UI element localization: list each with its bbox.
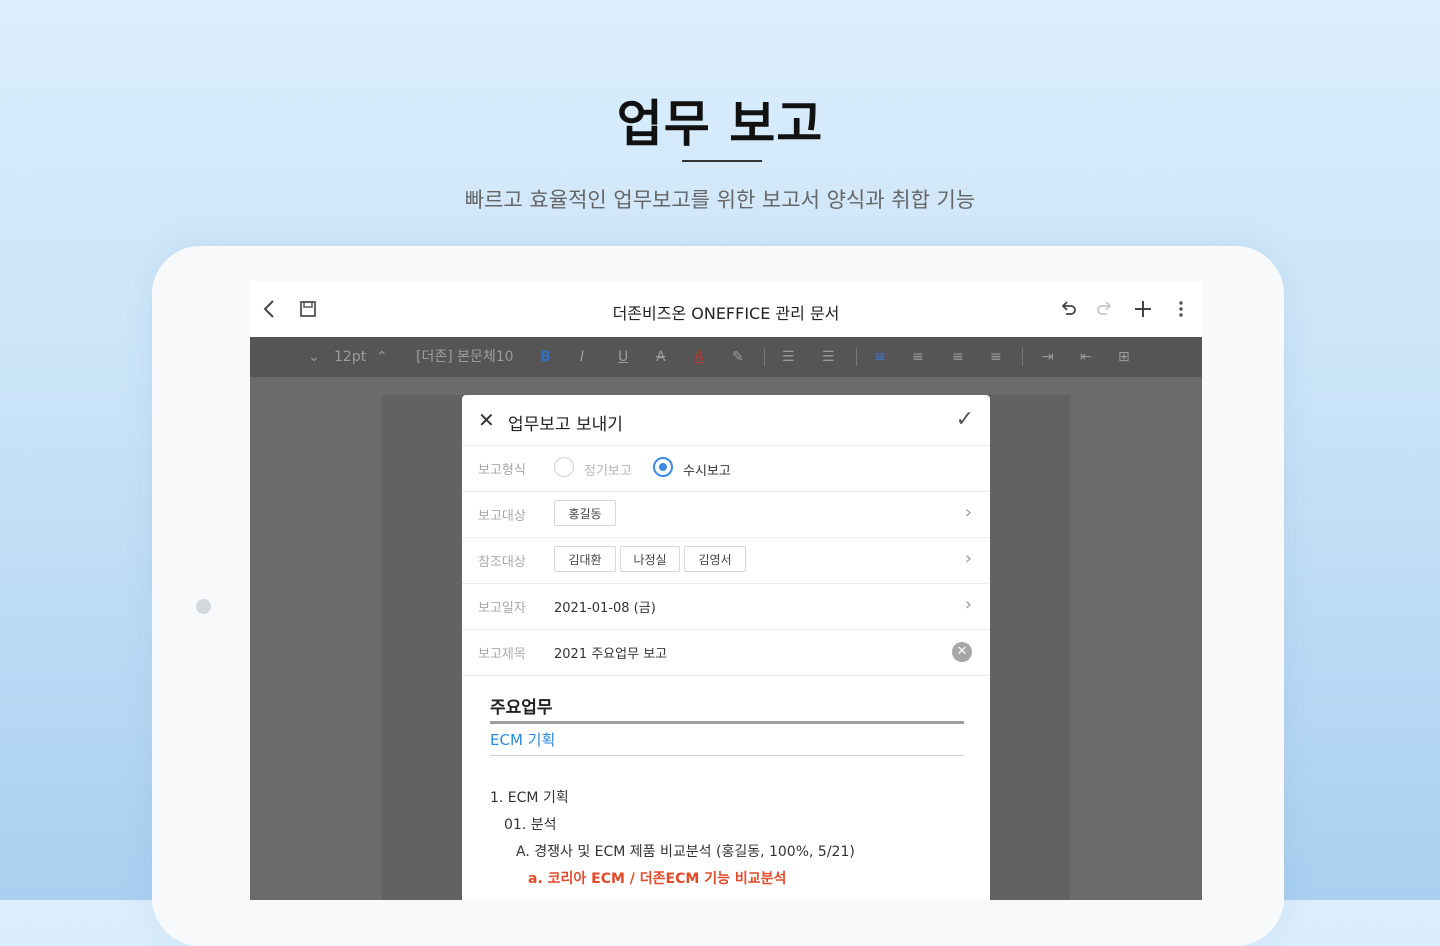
- outdent-icon[interactable]: ⇤: [1080, 347, 1092, 367]
- format-toolbar: ⌄ 12pt ⌃ [더존] 본문체10 B I U A A ✎ ☰ ☰ ≡ ≡ …: [250, 337, 1202, 377]
- report-target-label: 보고대상: [478, 509, 526, 524]
- highlight-pen-icon[interactable]: ✎: [732, 347, 744, 367]
- report-title-input[interactable]: 2021 주요업무 보고: [554, 643, 667, 662]
- radio-adhoc[interactable]: [653, 457, 673, 477]
- report-date-value: 2021-01-08 (금): [554, 601, 656, 616]
- font-size-up-icon[interactable]: ⌃: [376, 347, 388, 367]
- report-dialog: ✕ 업무보고 보내기 ✓ 보고형식 정기보고 수시보고 보고대상 홍길동 › 참…: [462, 395, 990, 900]
- report-target-row[interactable]: 보고대상 홍길동 ›: [462, 491, 990, 538]
- title-divider: [682, 160, 762, 162]
- clear-icon[interactable]: ✕: [952, 642, 972, 662]
- reference-target-label: 참조대상: [478, 555, 526, 570]
- table-icon[interactable]: ⊞: [1118, 347, 1130, 367]
- dialog-header: ✕ 업무보고 보내기 ✓: [462, 395, 990, 446]
- content-line: 1. ECM 기획: [490, 790, 569, 806]
- chevron-right-icon[interactable]: ›: [965, 502, 972, 524]
- section-divider: [490, 755, 964, 756]
- report-type-label: 보고형식: [478, 463, 526, 478]
- italic-button[interactable]: I: [580, 347, 584, 367]
- radio-regular-label: 정기보고: [584, 464, 632, 479]
- close-icon[interactable]: ✕: [478, 409, 495, 431]
- indent-icon[interactable]: ⇥: [1042, 347, 1054, 367]
- toolbar-divider: [764, 348, 765, 366]
- content-line-highlight: a. 코리아 ECM / 더존ECM 기능 비교분석: [528, 871, 787, 887]
- more-icon[interactable]: [1169, 297, 1193, 321]
- radio-adhoc-label: 수시보고: [683, 464, 731, 479]
- toolbar-divider: [1022, 348, 1023, 366]
- report-title-row: 보고제목 2021 주요업무 보고 ✕: [462, 629, 990, 676]
- dialog-title: 업무보고 보내기: [508, 415, 623, 435]
- recipient-chip[interactable]: 홍길동: [554, 500, 616, 526]
- redo-icon[interactable]: [1093, 297, 1117, 321]
- page-title: 업무 보고: [616, 95, 824, 153]
- numbered-list-icon[interactable]: ☰: [822, 347, 835, 367]
- toolbar-divider: [856, 348, 857, 366]
- report-title-label: 보고제목: [478, 647, 526, 662]
- align-center-icon[interactable]: ≡: [912, 347, 924, 367]
- section-title: 주요업무: [490, 698, 553, 718]
- align-left-icon[interactable]: ≡: [874, 347, 886, 367]
- bold-button[interactable]: B: [540, 347, 551, 367]
- font-color-button[interactable]: A: [694, 347, 704, 367]
- font-size-value[interactable]: 12pt: [334, 347, 366, 367]
- app-screen: 더존비즈온 ONEFFICE 관리 문서 ⌄ 12pt ⌃ [더존] 본문체10…: [250, 281, 1202, 900]
- report-date-label: 보고일자: [478, 601, 526, 616]
- align-justify-icon[interactable]: ≡: [990, 347, 1002, 367]
- content-line: A. 경쟁사 및 ECM 제품 비교분석 (홍길동, 100%, 5/21): [516, 844, 855, 860]
- bullet-list-icon[interactable]: ☰: [782, 347, 795, 367]
- app-bar: 더존비즈온 ONEFFICE 관리 문서: [250, 281, 1202, 338]
- font-size-down-icon[interactable]: ⌄: [308, 347, 320, 367]
- confirm-check-icon[interactable]: ✓: [956, 407, 974, 433]
- report-date-row[interactable]: 보고일자 2021-01-08 (금) ›: [462, 583, 990, 630]
- report-type-row: 보고형식 정기보고 수시보고: [462, 445, 990, 492]
- font-name-select[interactable]: [더존] 본문체10: [416, 347, 514, 367]
- underline-button[interactable]: U: [618, 347, 628, 367]
- align-right-icon[interactable]: ≡: [952, 347, 964, 367]
- reference-chip[interactable]: 나정실: [620, 546, 680, 572]
- reference-target-row[interactable]: 참조대상 김대환 나정실 김영서 ›: [462, 537, 990, 584]
- undo-icon[interactable]: [1056, 297, 1080, 321]
- reference-chip[interactable]: 김대환: [554, 546, 616, 572]
- section-divider: [490, 721, 964, 724]
- content-line: 01. 분석: [504, 817, 557, 833]
- page-subtitle: 빠르고 효율적인 업무보고를 위한 보고서 양식과 취합 기능: [464, 188, 976, 212]
- section-link[interactable]: ECM 기획: [490, 729, 555, 750]
- tablet-camera: [196, 599, 211, 614]
- plus-icon[interactable]: [1131, 297, 1155, 321]
- chevron-right-icon[interactable]: ›: [965, 548, 972, 570]
- strikethrough-button[interactable]: A: [656, 347, 666, 367]
- reference-chip[interactable]: 김영서: [684, 546, 746, 572]
- chevron-right-icon[interactable]: ›: [965, 594, 972, 616]
- radio-regular[interactable]: [554, 457, 574, 477]
